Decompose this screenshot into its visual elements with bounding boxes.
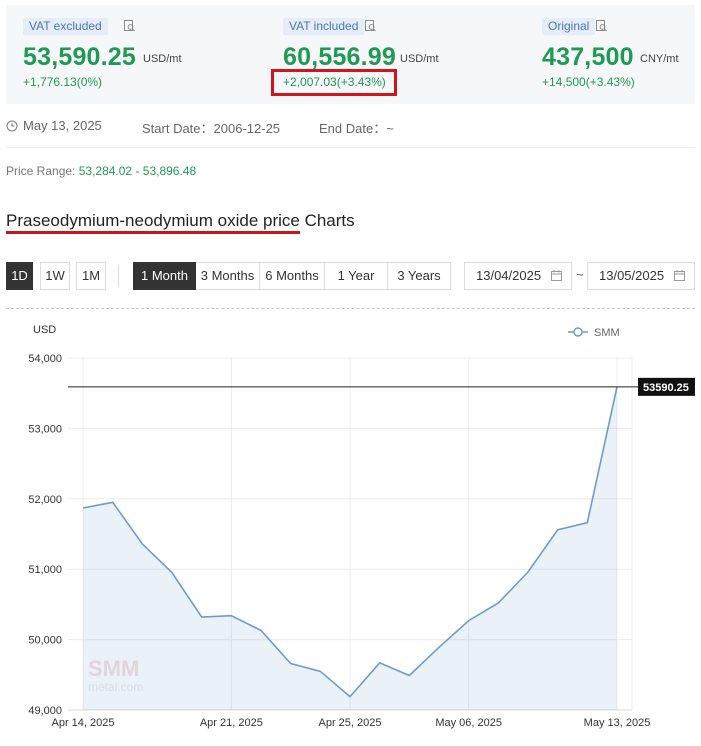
original-change: +14,500(+3.43%) — [542, 75, 635, 89]
interval-1d-button[interactable]: 1D — [6, 262, 33, 290]
data-point[interactable] — [111, 500, 115, 504]
vat-included-unit: USD/mt — [400, 53, 439, 65]
x-tick-label: Apr 21, 2025 — [200, 717, 263, 729]
x-tick-label: Apr 14, 2025 — [52, 717, 115, 729]
start-date: Start Date：2006-12-25 — [142, 121, 281, 136]
y-tick-label: 49,000 — [28, 705, 62, 717]
date-range-separator: ~ — [576, 267, 584, 282]
data-point[interactable] — [496, 601, 500, 605]
data-point[interactable] — [585, 521, 589, 525]
data-point[interactable] — [378, 661, 382, 665]
interval-1m-button[interactable]: 1M — [76, 262, 106, 290]
divider — [6, 147, 695, 148]
legend-marker — [573, 327, 583, 337]
data-point[interactable] — [81, 506, 85, 510]
y-tick-label: 50,000 — [28, 635, 62, 647]
price-range-label: Price Range: — [6, 164, 76, 178]
y-tick-label: 51,000 — [28, 564, 62, 576]
chart-title: Praseodymium-neodymium oxide price Chart… — [6, 211, 355, 234]
price-summary: VAT excluded 53,590.25 USD/mt +1,776.13(… — [6, 5, 695, 104]
date-from-value: 13/04/2025 — [476, 268, 542, 283]
period-1-month-button[interactable]: 1 Month — [133, 262, 196, 290]
date-to-value: 13/05/2025 — [599, 268, 665, 283]
end-date: End Date：~ — [319, 121, 394, 136]
data-point[interactable] — [289, 662, 293, 666]
highlight-box — [271, 69, 397, 96]
period-3-months-button[interactable]: 3 Months — [196, 262, 260, 290]
vat-included-price: 60,556.99 — [283, 43, 397, 71]
data-point[interactable] — [140, 542, 144, 546]
y-tick-label: 53,000 — [28, 423, 62, 435]
calendar-icon[interactable] — [551, 270, 562, 281]
vat-excluded-price: 53,590.25 — [23, 43, 137, 71]
vat-excluded-tag: VAT excluded — [23, 18, 108, 35]
data-point[interactable] — [200, 615, 204, 619]
data-point[interactable] — [467, 619, 471, 623]
chart-divider — [6, 308, 695, 309]
y-tick-label: 54,000 — [28, 353, 62, 365]
query-icon[interactable] — [123, 19, 136, 32]
query-icon[interactable] — [364, 19, 377, 32]
period-1-year-button[interactable]: 1 Year — [325, 262, 388, 290]
reference-label: 53590.25 — [643, 382, 689, 394]
data-point[interactable] — [348, 695, 352, 699]
clock-icon — [6, 120, 18, 132]
x-tick-label: May 13, 2025 — [584, 717, 651, 729]
period-6-months-button[interactable]: 6 Months — [260, 262, 325, 290]
chart-title-product: Praseodymium-neodymium oxide price — [6, 211, 300, 234]
interval-1w-button[interactable]: 1W — [40, 262, 70, 290]
price-range: Price Range: 53,284.02 - 53,896.48 — [6, 164, 196, 178]
vat-excluded-change: +1,776.13(0%) — [23, 75, 103, 89]
legend-label: SMM — [594, 327, 620, 339]
vat-included-tag: VAT included — [283, 18, 365, 35]
y-tick-label: 52,000 — [28, 494, 62, 506]
x-tick-label: May 06, 2025 — [435, 717, 502, 729]
date-from-input[interactable]: 13/04/2025 — [464, 262, 572, 290]
data-point[interactable] — [318, 669, 322, 673]
data-point[interactable] — [407, 674, 411, 678]
data-point[interactable] — [259, 628, 263, 632]
price-range-value: 53,284.02 - 53,896.48 — [78, 164, 197, 178]
original-price: 437,500 — [542, 43, 634, 71]
legend[interactable]: SMM — [568, 327, 620, 339]
chart-title-suffix: Charts — [299, 211, 355, 230]
y-axis-label: USD — [33, 324, 56, 336]
period-3-years-button[interactable]: 3 Years — [388, 262, 451, 290]
price-chart[interactable]: SMM metal.com 53590.25 54,00053,00052,00… — [0, 310, 701, 746]
original-tag: Original — [542, 18, 596, 35]
button-divider — [118, 265, 119, 287]
data-point[interactable] — [556, 528, 560, 532]
x-tick-label: Apr 25, 2025 — [319, 717, 382, 729]
original-unit: CNY/mt — [640, 53, 679, 65]
date-to-input[interactable]: 13/05/2025 — [587, 262, 695, 290]
data-point[interactable] — [437, 645, 441, 649]
vat-excluded-unit: USD/mt — [143, 53, 182, 65]
query-icon[interactable] — [595, 19, 608, 32]
data-point[interactable] — [170, 571, 174, 575]
data-point[interactable] — [526, 570, 530, 574]
current-date: May 13, 2025 — [23, 118, 102, 133]
calendar-icon[interactable] — [674, 270, 685, 281]
data-point[interactable] — [229, 614, 233, 618]
